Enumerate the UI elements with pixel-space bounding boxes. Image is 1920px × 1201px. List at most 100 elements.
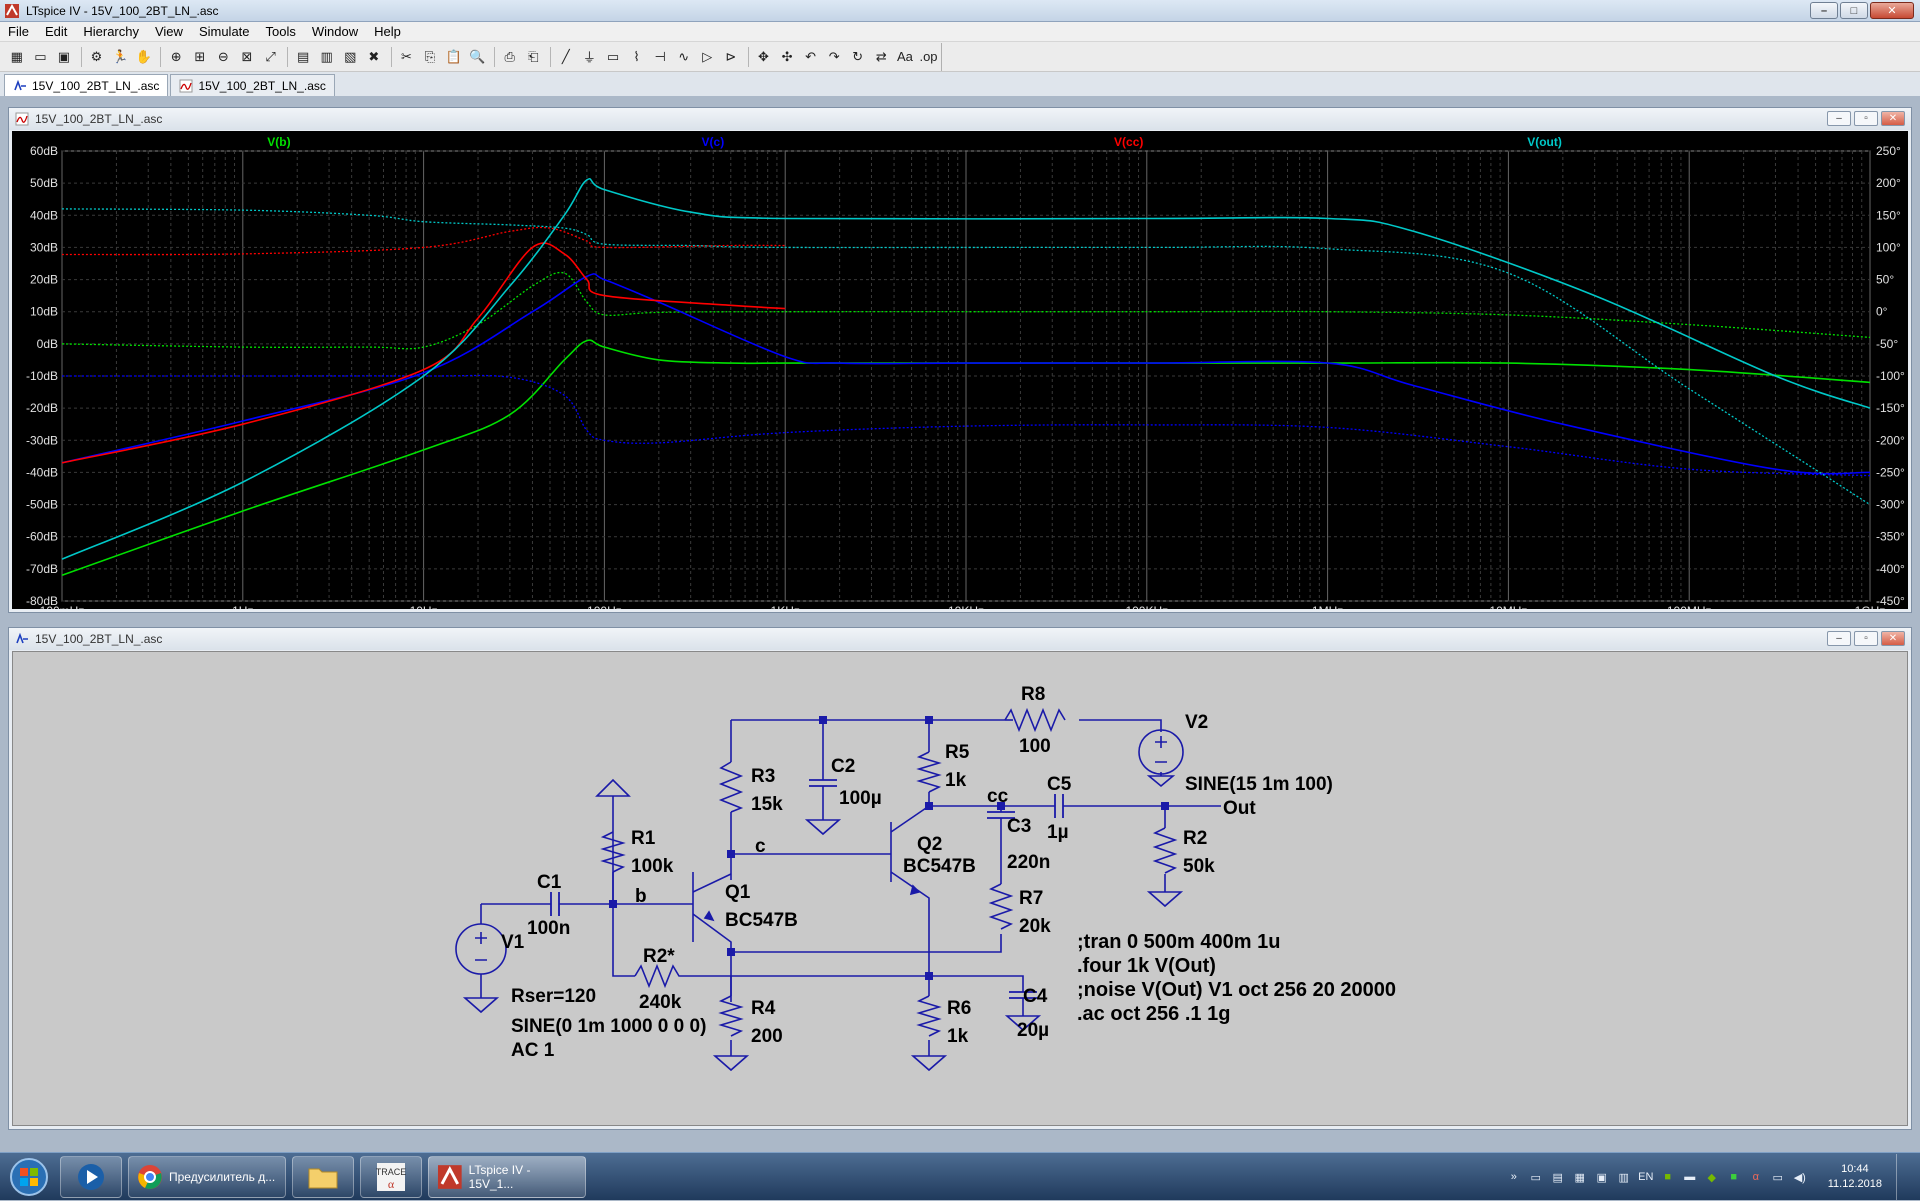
r3-label: R3 <box>751 766 775 787</box>
capacitor-icon[interactable]: ⊣ <box>649 46 671 68</box>
run-icon[interactable]: 🏃 <box>109 46 131 68</box>
tray-display-icon[interactable]: ▭ <box>1770 1169 1786 1185</box>
ground-icon[interactable]: ⏚ <box>579 46 601 68</box>
zoom-fit-icon[interactable]: ⊠ <box>236 46 258 68</box>
text-icon[interactable]: Aa <box>894 46 916 68</box>
schematic-minimize-button[interactable]: – <box>1827 631 1851 646</box>
schematic-window-title: 15V_100_2BT_LN_.asc <box>35 632 163 646</box>
bode-plot-svg[interactable]: 60dB 250° 50dB 200° 40dB 150° 30dB 100° 20dB 50° 1… <box>12 131 1908 618</box>
zoom-area-icon[interactable]: ⊞ <box>189 46 211 68</box>
tray-document-icon[interactable]: ▤ <box>1550 1169 1566 1185</box>
diode-icon[interactable]: ▷ <box>697 46 719 68</box>
tray-printer-icon[interactable]: ▥ <box>1616 1169 1632 1185</box>
show-hidden-icons[interactable]: » <box>1506 1169 1522 1185</box>
bode-plot[interactable]: 60dB 250° 50dB 200° 40dB 150° 30dB 100° 20dB 50° 1… <box>12 131 1908 618</box>
tray-status-icon[interactable]: ■ <box>1726 1169 1742 1185</box>
taskbar-chrome[interactable]: Предусилитель д... <box>128 1155 286 1198</box>
tray-network-share-icon[interactable]: ▦ <box>1572 1169 1588 1185</box>
r2-value: 50k <box>1183 856 1215 877</box>
c5-value: 1µ <box>1047 822 1069 843</box>
move-icon[interactable]: ✥ <box>753 46 775 68</box>
mirror-icon[interactable]: ⇄ <box>871 46 893 68</box>
tray-alpha-icon[interactable]: α <box>1748 1169 1764 1185</box>
waveform-close-button[interactable]: ✕ <box>1881 111 1905 126</box>
taskbar-trace[interactable]: TRACE α <box>360 1155 422 1198</box>
toolbar-separator <box>160 46 162 67</box>
redo-icon[interactable]: ↷ <box>823 46 845 68</box>
wire-icon[interactable]: ╱ <box>555 46 577 68</box>
clock-time: 10:44 <box>1841 1163 1869 1175</box>
menu-tools[interactable]: Tools <box>258 24 304 39</box>
tray-monitor-icon[interactable]: ▣ <box>1594 1169 1610 1185</box>
legend-vc: V(c) <box>702 135 725 149</box>
control-panel-icon[interactable]: ⚙ <box>86 46 108 68</box>
language-indicator[interactable]: EN <box>1638 1169 1654 1185</box>
rotate-icon[interactable]: ↻ <box>847 46 869 68</box>
y-left-tick-label: -20dB <box>26 401 58 415</box>
tile-icon[interactable]: ▥ <box>316 46 338 68</box>
inductor-icon[interactable]: ∿ <box>673 46 695 68</box>
menu-hierarchy[interactable]: Hierarchy <box>75 24 147 39</box>
schematic-canvas[interactable]: R8 100 V2 SINE(15 1m 100) C2 100µ R5 1k … <box>12 651 1908 1126</box>
menu-help[interactable]: Help <box>366 24 409 39</box>
y-right-tick-label: 200° <box>1876 176 1901 190</box>
waveform-minimize-button[interactable]: – <box>1827 111 1851 126</box>
copy-icon[interactable]: ⎘ <box>419 46 441 68</box>
tab-waveform[interactable]: 15V_100_2BT_LN_.asc <box>170 74 335 96</box>
zoom-in-icon[interactable]: ⊕ <box>165 46 187 68</box>
print-setup-icon[interactable]: ⎗ <box>522 46 544 68</box>
v1-sine: SINE(0 1m 1000 0 0 0) <box>511 1016 706 1037</box>
toolbar-separator <box>390 46 392 67</box>
close-button[interactable]: ✕ <box>1870 2 1914 19</box>
drag-icon[interactable]: ✣ <box>776 46 798 68</box>
y-right-tick-label: -350° <box>1876 530 1905 544</box>
save-icon[interactable]: ▣ <box>53 46 75 68</box>
taskbar-media-player[interactable] <box>60 1155 122 1198</box>
open-icon[interactable]: ▭ <box>30 46 52 68</box>
menu-edit[interactable]: Edit <box>37 24 75 39</box>
spice-directive-icon[interactable]: .op <box>918 46 940 68</box>
menu-view[interactable]: View <box>147 24 191 39</box>
paste-icon[interactable]: 📋 <box>443 46 465 68</box>
volume-icon[interactable]: ◀) <box>1792 1169 1808 1185</box>
tab-schematic[interactable]: 15V_100_2BT_LN_.asc <box>4 74 169 96</box>
svg-text:α: α <box>388 1177 395 1191</box>
taskbar-ltspice[interactable]: LTspice IV - 15V_1... <box>428 1155 586 1198</box>
tray-battery-icon[interactable]: ▬ <box>1682 1169 1698 1185</box>
autorange-icon[interactable]: ⤢ <box>260 46 282 68</box>
cut-icon[interactable]: ✂ <box>396 46 418 68</box>
ltspice-app-icon <box>5 3 19 18</box>
component-icon[interactable]: ⊳ <box>720 46 742 68</box>
tray-nvidia-icon[interactable]: ■ <box>1660 1169 1676 1185</box>
tab-waveform-label: 15V_100_2BT_LN_.asc <box>198 78 326 93</box>
schematic-tab-icon <box>14 79 26 90</box>
ltspice-icon <box>437 1164 462 1189</box>
media-player-icon <box>78 1163 104 1190</box>
zoom-out-icon[interactable]: ⊖ <box>213 46 235 68</box>
menu-window[interactable]: Window <box>304 24 366 39</box>
show-desktop-button[interactable] <box>1896 1154 1910 1200</box>
new-schematic-icon[interactable]: ▦ <box>6 46 28 68</box>
clock[interactable]: 10:44 11.12.2018 <box>1828 1162 1882 1192</box>
schematic-svg[interactable]: R8 100 V2 SINE(15 1m 100) C2 100µ R5 1k … <box>13 652 1907 1125</box>
find-icon[interactable]: 🔍 <box>466 46 488 68</box>
restore-button[interactable]: □ <box>1840 2 1868 19</box>
menu-file[interactable]: File <box>0 24 37 39</box>
tray-app-icon[interactable]: ◆ <box>1704 1169 1720 1185</box>
menu-simulate[interactable]: Simulate <box>191 24 258 39</box>
taskbar-explorer[interactable] <box>292 1155 354 1198</box>
schematic-restore-button[interactable]: ▫ <box>1854 631 1878 646</box>
tray-folder-icon[interactable]: ▭ <box>1528 1169 1544 1185</box>
pick-visible-traces-icon[interactable]: ▤ <box>292 46 314 68</box>
schematic-close-button[interactable]: ✕ <box>1881 631 1905 646</box>
resistor-icon[interactable]: ⌇ <box>626 46 648 68</box>
cascade-icon[interactable]: ▧ <box>339 46 361 68</box>
waveform-restore-button[interactable]: ▫ <box>1854 111 1878 126</box>
halt-icon[interactable]: ✋ <box>133 46 155 68</box>
label-net-icon[interactable]: ▭ <box>602 46 624 68</box>
close-windows-icon[interactable]: ✖ <box>363 46 385 68</box>
print-icon[interactable]: ⎙ <box>499 46 521 68</box>
minimize-button[interactable]: – <box>1810 2 1838 19</box>
start-button[interactable] <box>4 1154 54 1200</box>
undo-icon[interactable]: ↶ <box>800 46 822 68</box>
